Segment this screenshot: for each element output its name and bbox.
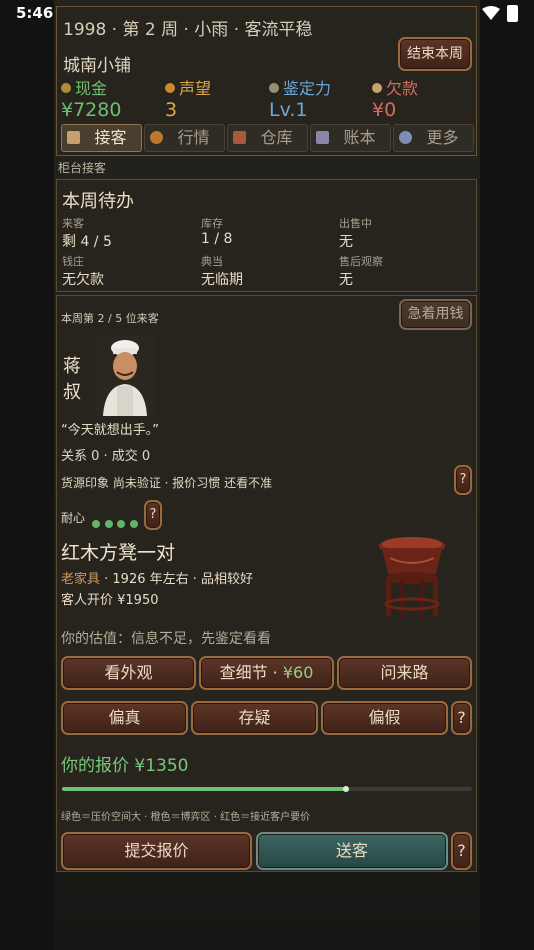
customer-portrait <box>95 336 155 416</box>
weekly-todo-panel: 本周待办 来客 剩 4 / 5 库存 1 / 8 出售中 无 钱庄 无欠款 典当… <box>56 179 477 292</box>
help-button-patience[interactable]: ? <box>144 500 162 530</box>
todo-key-pawn: 典当 <box>201 255 223 268</box>
relationship-info: 关系 0 · 成交 0 <box>61 449 151 464</box>
stat-cash-value: ¥7280 <box>61 99 122 121</box>
storage-icon <box>233 131 246 144</box>
todo-key-selling: 出售中 <box>339 217 372 230</box>
shop-name: 城南小铺 <box>63 56 131 76</box>
stat-appraisal-label: 鉴定力 <box>283 79 332 98</box>
stat-debt-label: 欠款 <box>386 79 419 98</box>
stat-appraisal: 鉴定力 <box>269 75 331 99</box>
customer-asking-price: 客人开价 ¥1950 <box>61 593 159 608</box>
stat-reputation: 声望 <box>165 75 211 99</box>
tab-ledger[interactable]: 账本 <box>310 124 391 152</box>
item-details: · 1926 年左右 · 品相较好 <box>100 572 254 587</box>
visitor-counter: 本周第 2 / 5 位来客 <box>61 312 159 325</box>
item-name: 红木方凳一对 <box>61 542 176 564</box>
tab-market[interactable]: 行情 <box>144 124 225 152</box>
ledger-icon <box>316 131 329 144</box>
judge-doubt-button[interactable]: 存疑 <box>191 701 318 735</box>
tab-ledger-label: 账本 <box>343 128 376 147</box>
patience-dot <box>129 520 138 528</box>
item-category: 老家具 <box>61 572 101 587</box>
battery-icon <box>507 5 518 22</box>
todo-key-inventory: 库存 <box>201 217 223 230</box>
coin-icon <box>61 83 71 93</box>
end-week-button[interactable]: 结束本周 <box>398 37 472 71</box>
todo-value-inventory: 1 / 8 <box>201 231 233 247</box>
stat-reputation-label: 声望 <box>179 79 212 98</box>
patience-dots <box>92 513 142 532</box>
check-details-label: 查细节 · <box>219 663 283 682</box>
debt-icon <box>372 83 382 93</box>
reputation-icon <box>165 83 175 93</box>
tab-market-label: 行情 <box>177 128 210 147</box>
help-button-judge[interactable]: ? <box>451 701 472 735</box>
todo-key-visitors: 来客 <box>62 217 84 230</box>
offer-slider-fill <box>62 787 346 791</box>
your-estimate: 你的估值：信息不足，先鉴定看看 <box>61 631 271 647</box>
header-panel: 1998 · 第 2 周 · 小雨 · 客流平稳 城南小铺 结束本周 现金 ¥7… <box>56 6 477 156</box>
customer-name-1: 蒋 <box>63 356 81 377</box>
stat-cash-label: 现金 <box>75 79 108 98</box>
send-off-button[interactable]: 送客 <box>256 832 448 870</box>
stat-reputation-value: 3 <box>165 99 178 121</box>
submit-offer-button[interactable]: 提交报价 <box>61 832 252 870</box>
tab-storage-label: 仓库 <box>260 128 293 147</box>
urgent-money-button[interactable]: 急着用钱 <box>399 299 472 330</box>
patience-dot <box>117 520 125 528</box>
tab-customer[interactable]: 接客 <box>61 124 142 152</box>
tab-more-label: 更多 <box>426 128 459 147</box>
offer-slider[interactable] <box>62 786 472 792</box>
stat-debt-value: ¥0 <box>372 99 397 121</box>
patience-dot <box>92 520 100 528</box>
main-tabs: 接客 行情 仓库 账本 更多 <box>61 124 474 152</box>
todo-title: 本周待办 <box>62 191 134 212</box>
patience-dot <box>104 520 113 528</box>
customer-quote: “今天就想出手。” <box>61 423 159 438</box>
todo-value-pawn: 无临期 <box>201 272 243 288</box>
todo-value-visitors: 剩 4 / 5 <box>62 234 112 250</box>
appraisal-icon <box>269 83 279 93</box>
stat-cash: 现金 <box>61 75 107 99</box>
tab-more[interactable]: 更多 <box>393 124 474 152</box>
todo-key-bank: 钱庄 <box>62 255 84 268</box>
ask-origin-button[interactable]: 问来路 <box>337 656 472 690</box>
look-appearance-button[interactable]: 看外观 <box>61 656 196 690</box>
stat-debt: 欠款 <box>372 75 418 99</box>
offer-slider-handle[interactable] <box>342 786 349 792</box>
tab-storage[interactable]: 仓库 <box>227 124 308 152</box>
customer-icon <box>67 131 80 144</box>
help-button-impression[interactable]: ? <box>454 465 472 495</box>
customer-panel: 本周第 2 / 5 位来客 急着用钱 蒋 叔 “今天就想出手。” 关系 0 · … <box>56 295 477 872</box>
check-details-button[interactable]: 查细节 · ¥60 <box>199 656 334 690</box>
market-icon <box>150 131 163 144</box>
slider-legend: 绿色＝压价空间大 · 橙色＝博弈区 · 红色＝接近客户要价 <box>61 812 311 823</box>
date-weather-title: 1998 · 第 2 周 · 小雨 · 客流平稳 <box>63 20 313 40</box>
tab-customer-label: 接客 <box>94 128 127 147</box>
todo-key-aftersale: 售后观察 <box>339 255 383 268</box>
clock: 5:46 <box>16 4 54 22</box>
todo-value-aftersale: 无 <box>339 272 353 288</box>
patience-label: 耐心 <box>61 511 86 525</box>
stat-appraisal-value: Lv.1 <box>269 99 308 121</box>
your-offer: 你的报价 ¥1350 <box>61 756 189 776</box>
gear-icon <box>399 131 412 144</box>
judge-genuine-button[interactable]: 偏真 <box>61 701 188 735</box>
item-image <box>379 537 445 618</box>
todo-value-bank: 无欠款 <box>62 272 104 288</box>
todo-value-selling: 无 <box>339 234 353 250</box>
help-button-offer[interactable]: ? <box>451 832 472 870</box>
judge-fake-button[interactable]: 偏假 <box>321 701 448 735</box>
impression-info: 货源印象 尚未验证 · 报价习惯 还看不准 <box>61 476 273 490</box>
customer-name-2: 叔 <box>63 382 81 403</box>
check-details-cost: ¥60 <box>282 663 314 682</box>
wifi-icon <box>482 6 500 20</box>
section-label: 柜台接客 <box>58 161 107 175</box>
item-meta: 老家具 · 1926 年左右 · 品相较好 <box>61 568 253 587</box>
